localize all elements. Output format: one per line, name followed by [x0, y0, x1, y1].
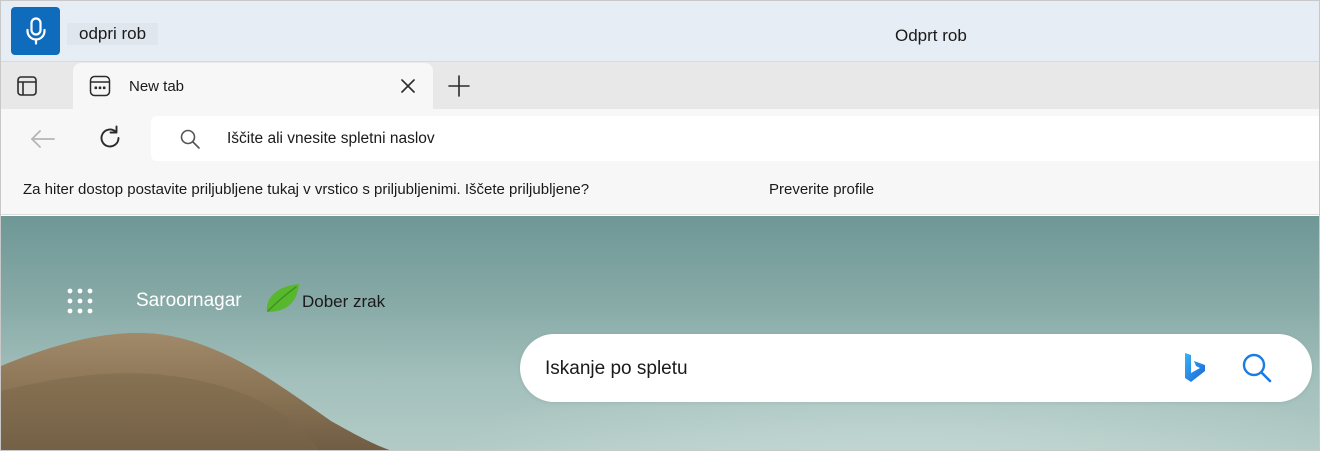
search-icon [180, 129, 200, 149]
search-icon [1242, 353, 1272, 383]
air-quality-label[interactable]: Dober zrak [302, 292, 385, 312]
browser-toolbar: Iščite ali vnesite spletni naslov [1, 109, 1319, 167]
apps-launcher-icon[interactable] [63, 284, 97, 318]
microphone-button[interactable] [11, 7, 60, 55]
close-icon [401, 79, 415, 93]
refresh-button[interactable] [96, 124, 124, 152]
favorites-bar-message: Za hiter dostop postavite priljubljene t… [23, 181, 590, 198]
bing-icon[interactable] [1182, 351, 1208, 385]
tab-close-button[interactable] [399, 77, 417, 95]
new-tab-page-icon [89, 75, 111, 97]
weather-location[interactable]: Saroornagar [136, 290, 242, 312]
refresh-icon [100, 125, 120, 148]
search-submit-button[interactable] [1239, 350, 1275, 386]
voice-heard-text: odpri rob [67, 23, 159, 45]
tab-actions-button[interactable] [15, 74, 39, 98]
plus-icon [448, 75, 470, 97]
check-profiles-link[interactable]: Preverite profile [769, 180, 874, 200]
tab-actions-icon [17, 76, 37, 96]
leaf-icon [266, 284, 299, 312]
address-bar[interactable]: Iščite ali vnesite spletni naslov [151, 116, 1319, 161]
arrow-left-icon [31, 130, 55, 148]
address-placeholder: Iščite ali vnesite spletni naslov [227, 130, 435, 147]
new-tab-page: Saroornagar Dober zrak [1, 216, 1319, 450]
web-search-input[interactable] [545, 356, 1145, 382]
background-hill-image [1, 332, 390, 450]
new-tab-button[interactable] [447, 74, 471, 98]
back-button[interactable] [29, 125, 57, 153]
tab-strip: New tab [1, 62, 1319, 110]
favorites-bar: Za hiter dostop postavite priljubljene t… [1, 167, 1319, 215]
voice-access-bar: odpri rob Odprt rob [1, 1, 1319, 62]
tab-new-tab[interactable]: New tab [73, 63, 433, 110]
tab-title: New tab [129, 78, 185, 95]
browser-window: odpri rob Odprt rob New tab Iščite ali v… [0, 0, 1320, 451]
microphone-icon [25, 17, 46, 45]
web-search-box[interactable] [520, 334, 1312, 402]
voice-command-result: Odprt rob [895, 26, 967, 45]
